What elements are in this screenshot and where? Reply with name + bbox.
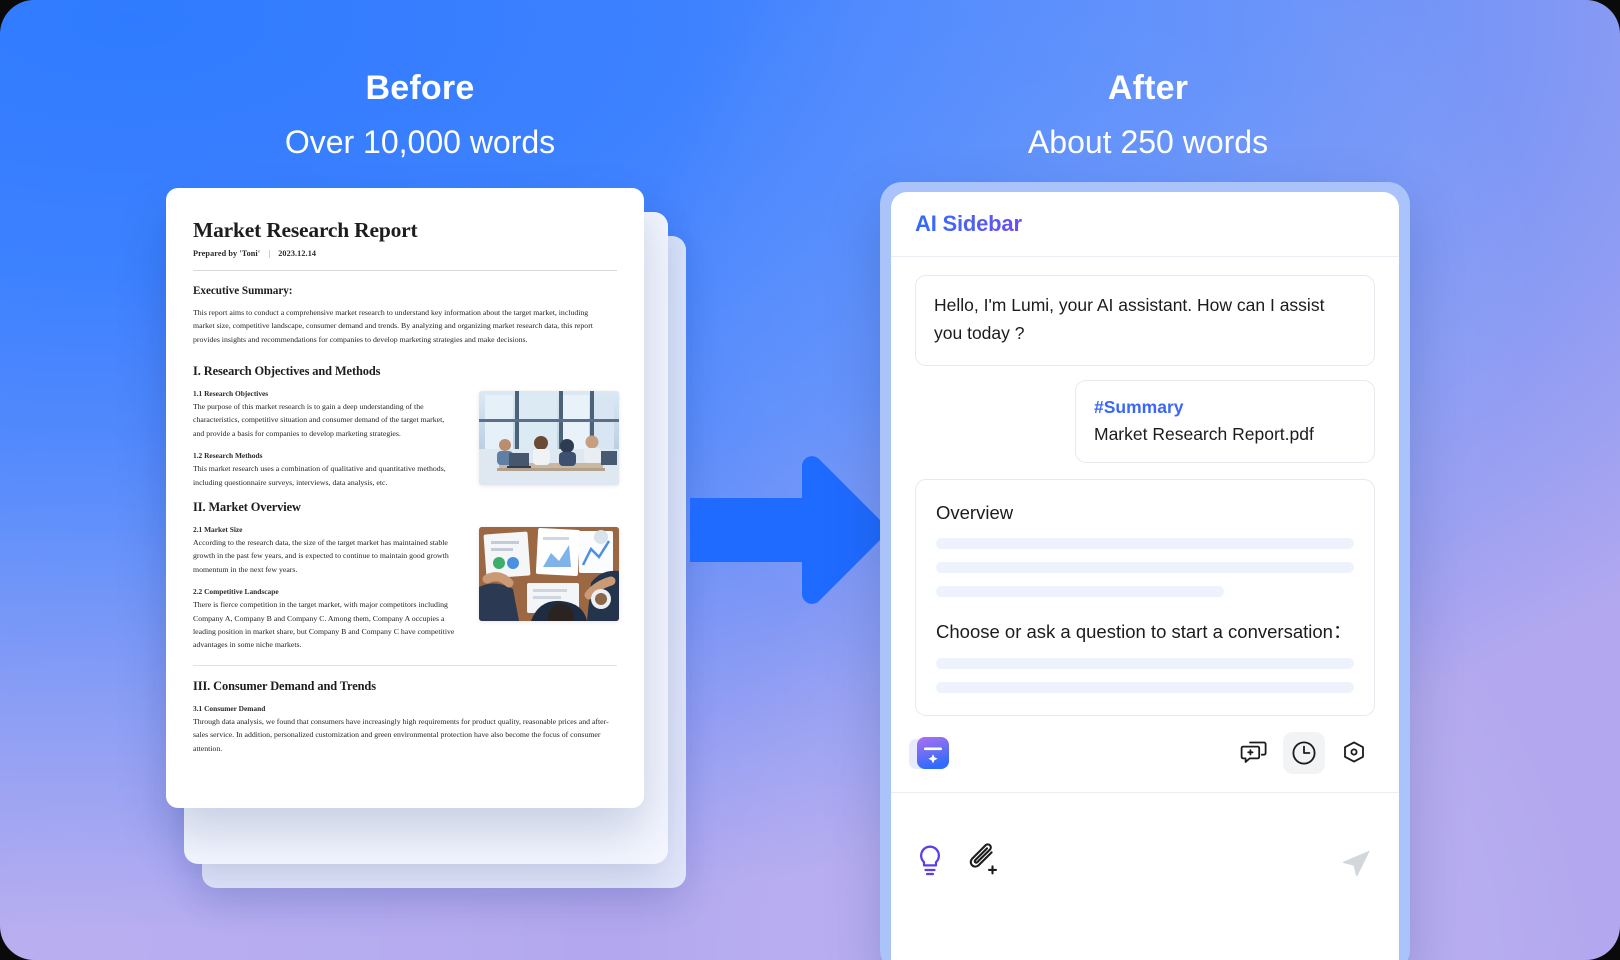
desk-documents-photo <box>479 526 619 621</box>
overview-heading: Overview <box>936 501 1014 523</box>
transform-arrow <box>690 440 890 620</box>
new-chat-icon[interactable] <box>1233 732 1275 774</box>
section-heading-executive-summary: Executive Summary: <box>193 284 293 297</box>
sidebar-header: AI Sidebar <box>891 192 1399 257</box>
office-meeting-photo <box>479 390 619 485</box>
document-author: Prepared by 'Toni' <box>193 248 261 258</box>
subsection-label-3-1: 3.1 Consumer Demand <box>193 703 266 713</box>
document-header-rule <box>193 269 617 271</box>
after-subtitle: About 250 words <box>1027 124 1269 161</box>
document-date: 2023.12.14 <box>278 248 317 258</box>
subsection-body-2-1: According to the research data, the size… <box>193 537 449 574</box>
before-subtitle: Over 10,000 words <box>284 124 556 161</box>
subsection-body-1-2: This market research uses a combination … <box>193 464 446 487</box>
document-page-front[interactable]: Market Research Report Prepared by 'Toni… <box>166 188 644 808</box>
skeleton-line <box>936 538 1354 550</box>
section-heading-research-objectives: I. Research Objectives and Methods <box>193 363 381 378</box>
document-stack: Market Research Report Prepared by 'Toni… <box>166 188 686 888</box>
sidebar-input-bar <box>891 793 1399 903</box>
ai-sidebar-frame: AI Sidebar Hello, I'm Lumi, your AI assi… <box>880 182 1410 960</box>
before-heading-block: Before Over 10,000 words <box>170 69 670 161</box>
assistant-message-text: Hello, I'm Lumi, your AI assistant. How … <box>934 295 1325 343</box>
result-card: Overview Choose or ask a question to sta… <box>915 478 1375 716</box>
section-heading-consumer-demand: III. Consumer Demand and Trends <box>193 678 376 693</box>
document-byline: Prepared by 'Toni' | 2023.12.14 <box>193 249 617 258</box>
document-title: Market Research Report <box>193 218 418 242</box>
before-title: Before <box>365 69 475 107</box>
skeleton-line <box>936 562 1354 574</box>
after-heading-block: After About 250 words <box>900 69 1396 161</box>
sidebar-title: AI Sidebar <box>915 211 1022 236</box>
skeleton-line <box>936 681 1354 693</box>
lightbulb-icon[interactable] <box>915 843 945 882</box>
sidebar-toolbar <box>891 716 1399 792</box>
ai-sidebar-panel: AI Sidebar Hello, I'm Lumi, your AI assi… <box>891 192 1399 960</box>
prompt-question-heading: Choose or ask a question to start a conv… <box>936 621 1352 643</box>
subsection-body-1-1: The purpose of this market research is t… <box>193 401 445 438</box>
skeleton-line <box>936 586 1225 598</box>
send-arrow-icon[interactable] <box>1337 841 1375 884</box>
settings-hexagon-icon[interactable] <box>1333 732 1375 774</box>
skeleton-line <box>936 657 1354 669</box>
document-section-divider <box>193 664 617 666</box>
subsection-body-3-1: Through data analysis, we found that con… <box>193 716 609 753</box>
history-clock-icon[interactable] <box>1283 731 1325 774</box>
section-heading-market-overview: II. Market Overview <box>193 499 301 514</box>
user-request-card[interactable]: #Summary Market Research Report.pdf <box>1075 380 1375 463</box>
sidebar-conversation: Hello, I'm Lumi, your AI assistant. How … <box>891 257 1399 716</box>
summary-tag: #Summary <box>1094 397 1184 418</box>
subsection-body-2-2: There is fierce competition in the targe… <box>193 600 455 650</box>
promo-comparison-canvas: Before Over 10,000 words After About 250… <box>0 0 1620 960</box>
document-byline-separator: | <box>268 248 271 258</box>
attachment-plus-icon[interactable] <box>967 843 1001 882</box>
attached-file-name: Market Research Report.pdf <box>1094 424 1314 445</box>
assistant-message-bubble: Hello, I'm Lumi, your AI assistant. How … <box>915 275 1375 367</box>
arrow-shape <box>690 456 886 604</box>
after-title: After <box>1107 69 1189 107</box>
lumi-logo-icon[interactable] <box>909 735 951 771</box>
section-body-executive-summary: This report aims to conduct a comprehens… <box>193 307 593 344</box>
